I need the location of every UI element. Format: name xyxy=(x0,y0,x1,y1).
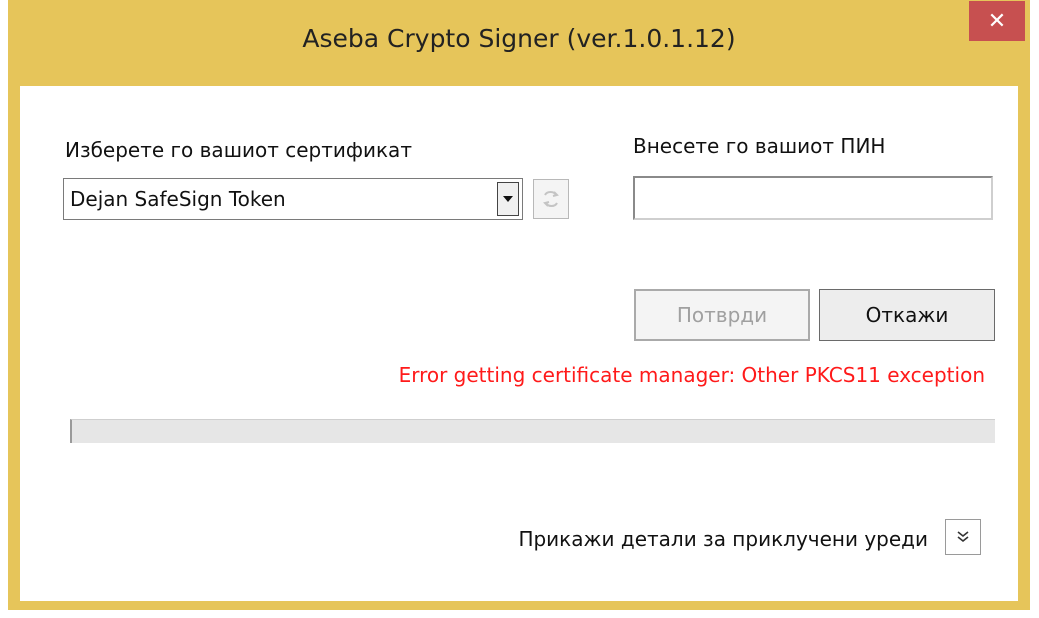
cancel-button[interactable]: Откажи xyxy=(819,289,995,341)
pin-label: Внесете го вашиот ПИН xyxy=(633,134,886,158)
close-icon: ✕ xyxy=(987,8,1007,34)
title-bar[interactable]: Aseba Crypto Signer (ver.1.0.1.12) ✕ xyxy=(8,0,1030,86)
expand-details-button[interactable] xyxy=(945,519,981,555)
double-chevron-down-icon xyxy=(957,531,969,543)
dialog-body: Изберете го вашиот сертификат Dejan Safe… xyxy=(20,86,1018,601)
certificate-select[interactable]: Dejan SafeSign Token xyxy=(63,178,523,220)
close-button[interactable]: ✕ xyxy=(969,1,1025,41)
refresh-icon xyxy=(543,191,559,207)
app-window: Aseba Crypto Signer (ver.1.0.1.12) ✕ Изб… xyxy=(8,0,1030,610)
error-message: Error getting certificate manager: Other… xyxy=(398,363,985,387)
progress-bar xyxy=(70,419,995,443)
pin-input[interactable] xyxy=(633,176,993,220)
refresh-button[interactable] xyxy=(533,179,569,219)
certificate-label: Изберете го вашиот сертификат xyxy=(65,138,412,162)
window-title: Aseba Crypto Signer (ver.1.0.1.12) xyxy=(302,24,736,53)
dropdown-button[interactable] xyxy=(497,182,519,216)
show-details-label: Прикажи детали за приклучени уреди xyxy=(518,527,928,551)
confirm-button[interactable]: Потврди xyxy=(634,289,810,341)
certificate-select-value: Dejan SafeSign Token xyxy=(70,187,286,211)
chevron-down-icon xyxy=(503,196,513,202)
